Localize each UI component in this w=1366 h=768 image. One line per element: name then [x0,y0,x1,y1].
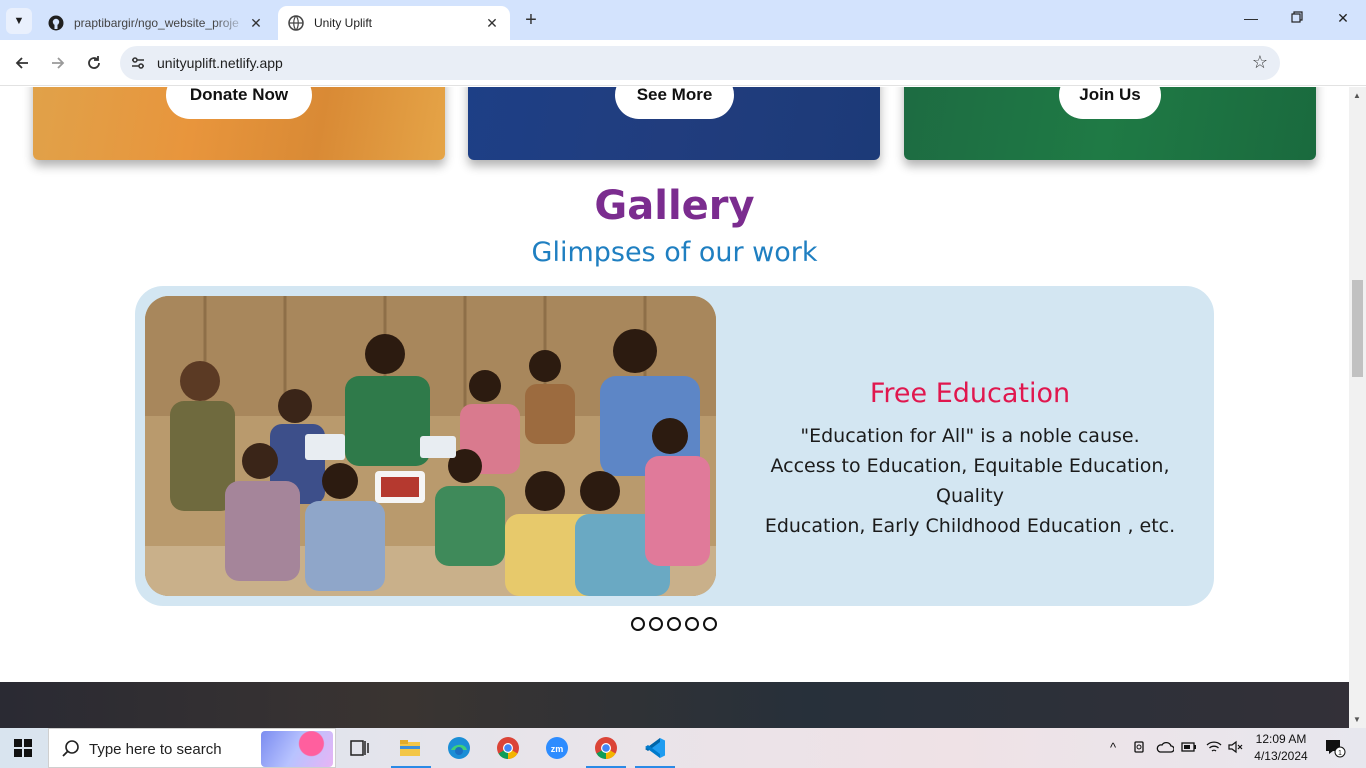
notification-count: 1 [1338,750,1342,757]
tab-title: Unity Uplift [314,16,373,30]
donate-now-button[interactable]: Donate Now [166,87,312,119]
globe-icon [288,15,304,31]
clock-time: 12:09 AM [1255,732,1307,746]
back-arrow-icon[interactable] [11,52,33,74]
carousel-dot[interactable] [685,617,699,631]
file-explorer-icon[interactable] [396,734,424,762]
zoom-icon[interactable]: zm [543,734,571,762]
taskbar-search[interactable]: Type here to search [48,728,336,768]
forward-arrow-icon[interactable] [47,52,69,74]
slide-line: Education, Early Childhood Education , e… [764,515,1176,537]
browser-toolbar: unityuplift.netlify.app ☆ ⋮ [0,40,1366,113]
vscode-icon[interactable] [641,734,669,762]
carousel-dot[interactable] [703,617,717,631]
bookmark-star-icon[interactable]: ☆ [1252,52,1268,73]
close-tab-icon[interactable]: ✕ [248,15,264,32]
notification-center-icon[interactable]: 1 [1324,738,1346,758]
carousel-dots [631,617,717,631]
search-icon [61,739,81,759]
minimize-icon[interactable]: — [1241,10,1261,26]
gallery-subtitle: Glimpses of our work [531,237,818,268]
tab-github[interactable]: praptibargir/ngo_website_proje ✕ [38,6,274,40]
tab-title: praptibargir/ngo_website_proje [74,16,239,30]
tab-bar: ▼ praptibargir/ngo_website_proje ✕ Unity… [0,0,1366,40]
scroll-down-icon[interactable]: ▼ [1353,715,1361,724]
gallery-slide: Free Education "Education for All" is a … [135,286,1214,606]
show-hidden-icons[interactable]: ^ [1110,740,1116,755]
meet-now-icon[interactable] [1133,740,1147,757]
slide-description: "Education for All" is a noble cause. Ac… [735,421,1205,541]
scroll-up-icon[interactable]: ▲ [1353,91,1361,100]
join-us-button[interactable]: Join Us [1059,87,1161,119]
donate-card: Donate Now [33,87,445,160]
url-text: unityuplift.netlify.app [157,55,283,71]
task-view-icon[interactable] [346,734,374,762]
search-highlight-art [261,731,333,767]
onedrive-icon[interactable] [1156,740,1175,757]
scroll-thumb[interactable] [1352,280,1363,377]
volume-muted-icon[interactable] [1228,740,1244,757]
carousel-dot[interactable] [667,617,681,631]
new-tab-button[interactable]: + [520,9,542,31]
windows-taskbar: Type here to search zm ^ 12:09 AM 4/13/2… [0,728,1366,768]
chrome-active-icon[interactable] [592,734,620,762]
children-education-photo [145,296,716,596]
wifi-icon[interactable] [1206,740,1222,757]
gallery-title: Gallery [594,183,755,229]
windows-start-icon[interactable] [14,739,32,757]
see-more-button[interactable]: See More [615,87,734,119]
tab-unity-uplift[interactable]: Unity Uplift ✕ [278,6,510,40]
github-icon [48,15,64,31]
page-viewport: Donate Now See More Join Us Gallery Glim… [0,87,1349,728]
next-section-banner [0,682,1349,728]
search-placeholder: Type here to search [89,741,222,758]
clock-date: 4/13/2024 [1254,749,1308,763]
close-tab-icon[interactable]: ✕ [484,15,500,32]
page-scrollbar[interactable]: ▲ ▼ [1349,87,1366,728]
battery-icon[interactable] [1181,740,1197,757]
system-clock[interactable]: 12:09 AM 4/13/2024 [1249,731,1313,765]
edge-icon[interactable] [445,734,473,762]
slide-title: Free Education [869,378,1071,409]
slide-line: "Education for All" is a noble cause. [800,425,1140,447]
see-more-card: See More [468,87,880,160]
carousel-dot[interactable] [649,617,663,631]
chrome-icon[interactable] [494,734,522,762]
restore-icon[interactable] [1287,10,1307,26]
join-us-card: Join Us [904,87,1316,160]
carousel-dot[interactable] [631,617,645,631]
reload-icon[interactable] [83,52,105,74]
slide-caption: Free Education "Education for All" is a … [735,378,1205,541]
svg-text:zm: zm [551,744,564,754]
site-settings-icon[interactable] [130,55,146,71]
slide-line: Access to Education, Equitable Education… [770,455,1170,507]
address-bar[interactable]: unityuplift.netlify.app ☆ [120,46,1280,80]
tab-search-button[interactable]: ▼ [6,8,32,34]
close-window-icon[interactable]: ✕ [1333,10,1353,27]
